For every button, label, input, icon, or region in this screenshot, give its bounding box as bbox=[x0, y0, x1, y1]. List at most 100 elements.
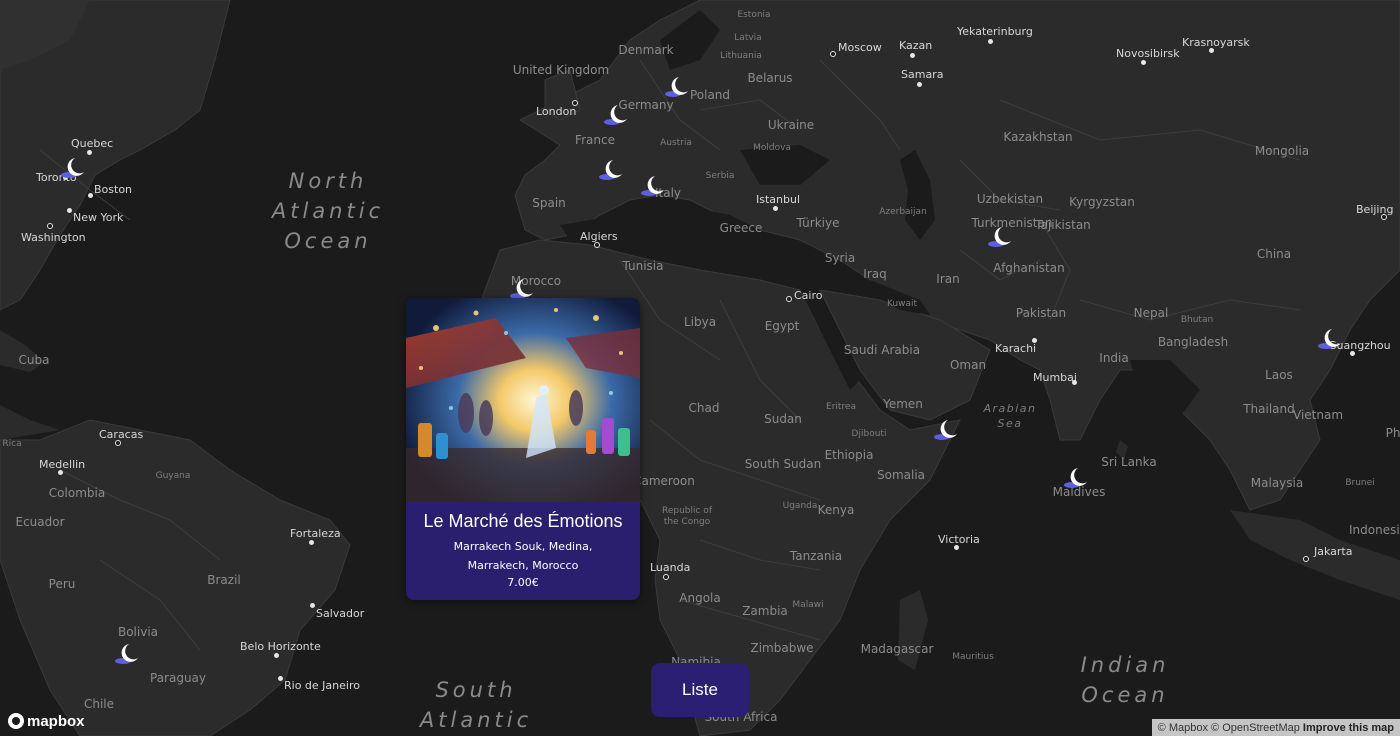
country-label: Uganda bbox=[782, 501, 818, 511]
crescent-moon-icon bbox=[604, 105, 627, 125]
attribution-mapbox-link[interactable]: © Mapbox bbox=[1158, 722, 1208, 734]
country-label: Peru bbox=[48, 577, 76, 591]
crescent-moon-icon bbox=[61, 158, 84, 178]
country-label: Sudan bbox=[764, 412, 802, 426]
country-label: Mongolia bbox=[1254, 144, 1310, 158]
dream-marker-france[interactable] bbox=[598, 158, 626, 182]
country-label: Ethiopia bbox=[824, 448, 874, 462]
country-label: Kenya bbox=[817, 503, 855, 517]
map-attribution: © Mapbox © OpenStreetMap Improve this ma… bbox=[1151, 719, 1400, 736]
mapbox-logo-text: mapbox bbox=[27, 712, 85, 730]
country-label: Kazakhstan bbox=[1003, 130, 1073, 144]
dream-popup-price: 7.00€ bbox=[507, 576, 539, 589]
dream-marker-guangzhou[interactable] bbox=[1317, 327, 1345, 351]
mapbox-logo[interactable]: mapbox bbox=[8, 711, 85, 731]
dream-marker-bolivia[interactable] bbox=[114, 642, 142, 666]
country-label: Chile bbox=[83, 697, 115, 711]
country-label: Djibouti bbox=[851, 429, 887, 439]
country-label: United Kingdom bbox=[512, 63, 610, 77]
country-label: Chad bbox=[688, 401, 720, 415]
attribution-osm-link[interactable]: © OpenStreetMap bbox=[1211, 722, 1300, 734]
country-label: Malawi bbox=[792, 600, 824, 610]
country-label: India bbox=[1099, 351, 1129, 365]
country-label: Oman bbox=[949, 358, 987, 372]
country-label: Lithuania bbox=[720, 51, 762, 61]
dream-marker-maldives[interactable] bbox=[1063, 466, 1091, 490]
country-label: Nepal bbox=[1133, 306, 1169, 320]
country-label: Iran bbox=[936, 272, 960, 286]
country-label: Yemen bbox=[883, 397, 923, 411]
country-label: Belarus bbox=[747, 71, 793, 85]
crescent-moon-icon bbox=[641, 176, 664, 196]
crescent-moon-icon bbox=[988, 227, 1011, 247]
country-label: Libya bbox=[683, 315, 717, 329]
country-label: Saudi Arabia bbox=[843, 343, 921, 357]
ocean-label-south-atlantic: South Atlantic bbox=[419, 678, 533, 732]
crescent-moon-icon bbox=[1064, 468, 1087, 488]
country-label: Brazil bbox=[207, 573, 241, 587]
dream-marker-germany[interactable] bbox=[664, 75, 692, 99]
country-label: Guyana bbox=[155, 471, 191, 481]
ocean-label-north-atlantic: North Atlantic Ocean bbox=[271, 169, 385, 253]
country-label: Madagascar bbox=[860, 642, 934, 656]
country-label: Vietnam bbox=[1292, 408, 1344, 422]
dream-marker-london[interactable] bbox=[603, 103, 631, 127]
country-label: Moldova bbox=[753, 143, 791, 153]
country-label: Somalia bbox=[876, 468, 926, 482]
country-label: Zimbabwe bbox=[750, 641, 814, 655]
country-label: Zambia bbox=[742, 604, 788, 618]
crescent-moon-icon bbox=[665, 77, 688, 97]
country-label: South Sudan bbox=[744, 457, 822, 471]
country-label: Malaysia bbox=[1250, 476, 1304, 490]
dream-marker-arabian-sea[interactable] bbox=[933, 418, 961, 442]
improve-map-link[interactable]: Improve this map bbox=[1303, 722, 1394, 734]
country-label: Angola bbox=[679, 591, 721, 605]
map-canvas[interactable]: North Atlantic Ocean South Atlantic Indian O… bbox=[0, 0, 1400, 736]
country-label: Cuba bbox=[18, 353, 50, 367]
country-label: Uzbekistan bbox=[976, 192, 1044, 206]
crescent-moon-icon bbox=[1318, 329, 1341, 349]
country-label: Greece bbox=[719, 221, 763, 235]
crescent-moon-icon bbox=[934, 420, 957, 440]
country-label: Türkiye bbox=[796, 216, 840, 230]
country-label: Bangladesh bbox=[1157, 335, 1229, 349]
dream-popup-title: Le Marché des Émotions bbox=[423, 511, 623, 531]
country-label: Syria bbox=[824, 251, 856, 265]
dream-marker-italy[interactable] bbox=[640, 174, 668, 198]
crescent-moon-icon bbox=[599, 160, 622, 180]
country-label: Afghanistan bbox=[993, 261, 1065, 275]
country-label: Thailand bbox=[1243, 402, 1295, 416]
country-label: Ukraine bbox=[767, 118, 815, 132]
country-label: France bbox=[575, 133, 615, 147]
country-label: Spain bbox=[532, 196, 566, 210]
sea-label-arabian: Arabian Sea bbox=[983, 402, 1037, 430]
country-label: Cameroon bbox=[633, 474, 695, 488]
map-landmass bbox=[0, 0, 1400, 736]
country-label: Indonesia bbox=[1348, 523, 1400, 537]
country-label: Iraq bbox=[863, 267, 887, 281]
country-label: Laos bbox=[1265, 368, 1293, 382]
country-label: Paraguay bbox=[149, 671, 207, 685]
country-label: China bbox=[1256, 247, 1292, 261]
dream-marker-turkmenistan[interactable] bbox=[987, 225, 1015, 249]
country-label: Denmark bbox=[618, 43, 674, 57]
country-label: Tunisia bbox=[622, 259, 664, 273]
country-label: Kuwait bbox=[886, 299, 918, 309]
country-label: Pakistan bbox=[1015, 306, 1067, 320]
country-label: Serbia bbox=[705, 171, 735, 181]
dream-marker-toronto[interactable] bbox=[60, 156, 88, 180]
country-label: Bhutan bbox=[1180, 315, 1214, 325]
dream-popup-address: Marrakech Souk, Medina, Marrakech, Moroc… bbox=[453, 540, 593, 572]
country-label: Ph bbox=[1385, 426, 1400, 440]
dream-popup-card[interactable]: Le Marché des Émotions Marrakech Souk, M… bbox=[406, 298, 640, 600]
ocean-label-indian: Indian Ocean bbox=[1080, 653, 1170, 707]
country-label: Mauritius bbox=[952, 652, 994, 662]
country-label: Tajikistan bbox=[1035, 218, 1091, 232]
liste-button[interactable]: Liste bbox=[651, 663, 749, 717]
country-label: Brunei bbox=[1345, 478, 1375, 488]
mapbox-logo-icon bbox=[8, 713, 24, 729]
country-label: Bolivia bbox=[117, 625, 159, 639]
country-label: Poland bbox=[689, 88, 731, 102]
country-label: Austria bbox=[660, 138, 692, 148]
country-label: Rica bbox=[2, 439, 22, 449]
